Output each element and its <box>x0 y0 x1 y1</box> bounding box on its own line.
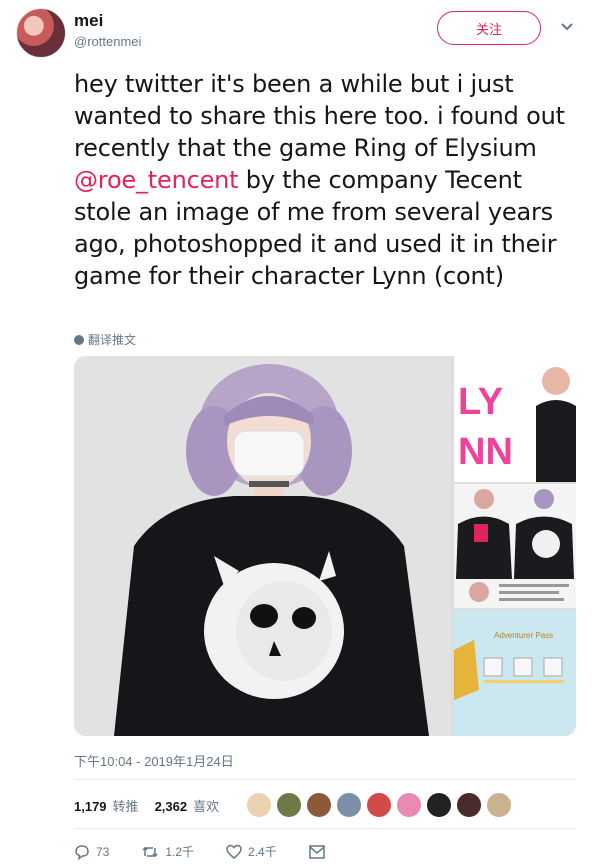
avatar[interactable] <box>396 792 422 818</box>
mention-link[interactable]: @roe_tencent <box>74 166 239 194</box>
globe-icon <box>74 334 84 345</box>
media-grid: LY NN Adventurer Pass <box>74 356 576 736</box>
retweet-label: 转推 <box>112 799 139 814</box>
avatar[interactable] <box>486 792 512 818</box>
thumb-lynn[interactable]: LY NN <box>454 356 576 482</box>
divider <box>74 779 576 780</box>
mail-icon <box>308 844 325 859</box>
avatar[interactable] <box>366 792 392 818</box>
translate-link[interactable]: 翻译推文 <box>74 331 136 348</box>
reply-button[interactable]: 73 <box>74 843 109 860</box>
tweet-actions: 73 1.2千 2.4千 <box>74 843 357 860</box>
avatar[interactable] <box>426 792 452 818</box>
like-action-count: 2.4千 <box>248 845 277 859</box>
like-count[interactable]: 2,362 <box>155 799 188 814</box>
heart-icon <box>226 844 242 859</box>
tweet-timestamp[interactable]: 下午10:04 - 2019年1月24日 <box>74 751 234 770</box>
retweet-icon <box>142 846 158 857</box>
avatar[interactable] <box>16 8 66 58</box>
avatar[interactable] <box>276 792 302 818</box>
svg-text:LY: LY <box>458 381 503 423</box>
avatar[interactable] <box>246 792 272 818</box>
like-label: 喜欢 <box>193 799 220 814</box>
translate-label: 翻译推文 <box>88 333 137 347</box>
avatar[interactable] <box>306 792 332 818</box>
avatar[interactable] <box>336 792 362 818</box>
main-photo[interactable] <box>74 356 451 736</box>
thumb-adventurer-pass[interactable]: Adventurer Pass <box>454 610 576 736</box>
thumb-compare[interactable] <box>454 484 576 608</box>
svg-text:Adventurer Pass: Adventurer Pass <box>494 631 553 640</box>
reply-count: 73 <box>96 844 110 859</box>
message-button[interactable] <box>308 843 325 860</box>
retweet-count[interactable]: 1,179 <box>74 799 107 814</box>
tweet-text: hey twitter it's been a while but i just… <box>74 68 584 292</box>
like-button[interactable]: 2.4千 <box>226 843 277 860</box>
author-name[interactable]: mei <box>74 11 103 31</box>
retweet-button[interactable]: 1.2千 <box>141 843 194 860</box>
engagement-stats: 1,179 转推 2,362 喜欢 <box>74 796 219 815</box>
follow-button[interactable]: 关注 <box>437 11 541 45</box>
avatar[interactable] <box>456 792 482 818</box>
reply-icon <box>75 844 89 860</box>
liker-avatars <box>246 792 512 818</box>
retweet-action-count: 1.2千 <box>165 845 195 859</box>
tweet-text-part: hey twitter it's been a while but i just… <box>74 70 565 162</box>
divider <box>74 828 576 829</box>
chevron-down-icon[interactable] <box>560 20 574 34</box>
svg-text:NN: NN <box>458 431 513 473</box>
author-handle[interactable]: @rottenmei <box>74 34 141 49</box>
